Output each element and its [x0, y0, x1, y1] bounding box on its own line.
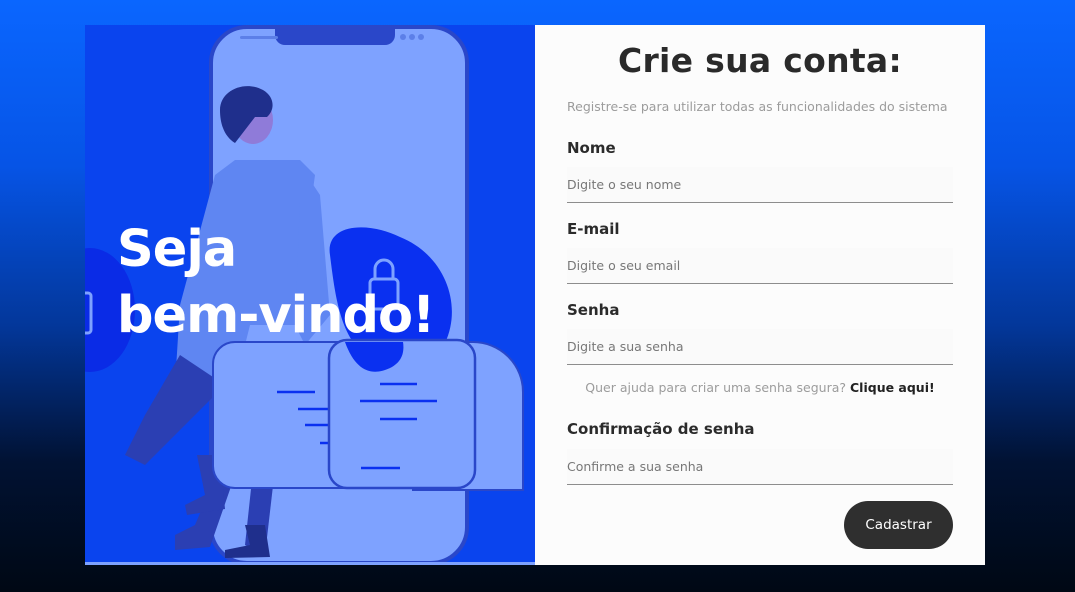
signup-card: Seja bem-vindo! Crie sua conta: Registre… — [85, 25, 985, 565]
signup-form: Crie sua conta: Registre-se para utiliza… — [535, 25, 985, 565]
email-input[interactable] — [567, 248, 953, 284]
password-help: Quer ajuda para criar uma senha segura? … — [567, 380, 953, 395]
document-card-illustration — [212, 338, 524, 491]
form-title: Crie sua conta: — [617, 41, 903, 80]
password-label: Senha — [567, 301, 620, 319]
register-button[interactable]: Cadastrar — [844, 501, 953, 549]
email-label: E-mail — [567, 220, 620, 238]
password-help-link[interactable]: Clique aqui! — [850, 380, 935, 395]
hero-panel: Seja bem-vindo! — [85, 25, 535, 565]
confirm-password-label: Confirmação de senha — [567, 420, 755, 438]
password-help-text: Quer ajuda para criar uma senha segura? — [585, 380, 847, 395]
name-input[interactable] — [567, 167, 953, 203]
password-input[interactable] — [567, 329, 953, 365]
welcome-line-1: Seja — [117, 220, 237, 279]
welcome-line-2: bem-vindo! — [117, 286, 435, 345]
confirm-password-input[interactable] — [567, 449, 953, 485]
welcome-heading: Seja bem-vindo! — [117, 217, 435, 349]
name-label: Nome — [567, 139, 616, 157]
form-subtitle: Registre-se para utilizar todas as funci… — [567, 99, 948, 114]
